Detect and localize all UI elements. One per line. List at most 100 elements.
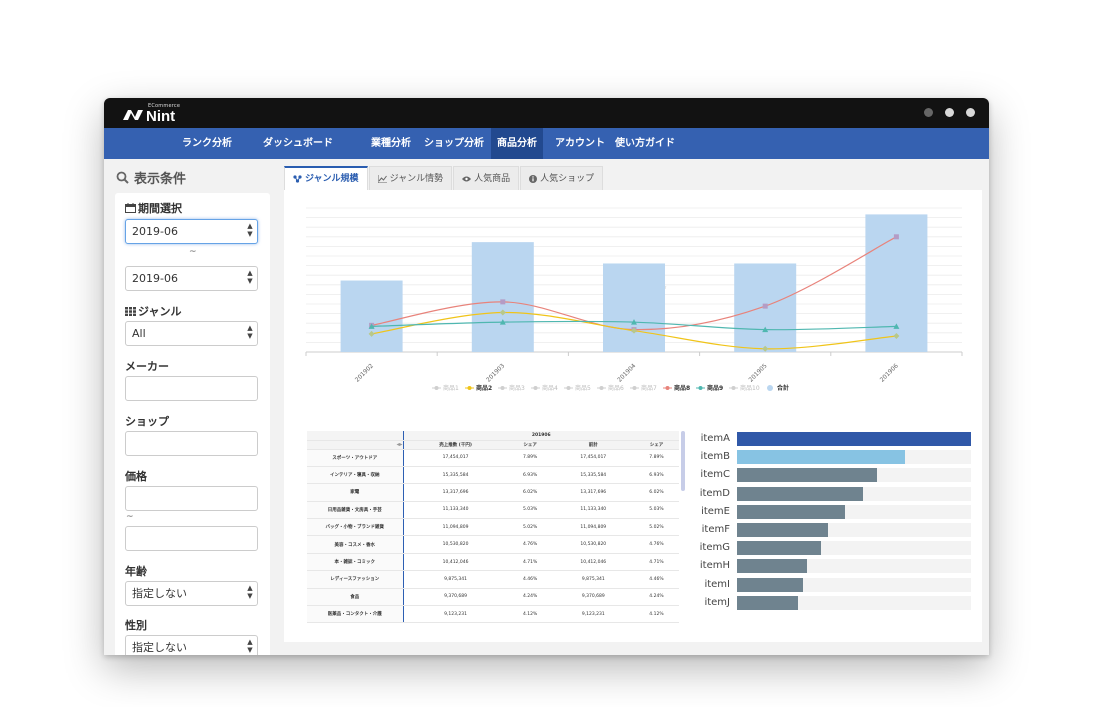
- table-scrollbar[interactable]: [681, 431, 685, 491]
- table-row[interactable]: レディースファッション 9,875,341 4.46% 9,875,341 4.46%: [307, 570, 679, 589]
- nav-item[interactable]: アカウント: [549, 128, 611, 159]
- hbar-label: itemA: [700, 433, 730, 444]
- table-cell-sales: 13,317,696: [403, 483, 508, 502]
- tab-popular-items[interactable]: 人気商品: [453, 166, 520, 190]
- grid-icon: [125, 306, 136, 316]
- col-header[interactable]: 売上推数 (千円): [403, 440, 508, 450]
- table-cell-sales: 10,530,820: [403, 535, 508, 554]
- sort-icon[interactable]: ◂▸: [396, 441, 402, 448]
- table-row[interactable]: 本・雑誌・コミック 10,412,046 4.71% 10,412,046 4.71%: [307, 553, 679, 572]
- x-tick-label: 201904: [616, 362, 637, 383]
- hbar-fill[interactable]: [737, 486, 864, 501]
- table-row[interactable]: バッグ・小物・ブランド雑貨 11,094,809 5.02% 11,094,809 5.…: [307, 518, 679, 537]
- hbar-fill[interactable]: [737, 559, 808, 574]
- col-header[interactable]: シェア: [507, 440, 553, 450]
- table-cell-cat: 日用品雑貨・文房具・手芸: [307, 501, 404, 520]
- table-cell-share: 4.46%: [507, 570, 553, 589]
- tab-genre-trend[interactable]: ジャンル情勢: [368, 166, 453, 190]
- period-from-select[interactable]: 2019-06 ▲ ▼: [125, 219, 258, 244]
- legend-label[interactable]: 合計: [777, 384, 789, 392]
- close-dot-icon[interactable]: [966, 108, 975, 117]
- hbar-fill[interactable]: [737, 523, 829, 537]
- chart-bar: [340, 280, 403, 352]
- legend-swatch: [566, 386, 571, 390]
- legend-label[interactable]: 商品9: [707, 384, 723, 392]
- eye-icon: [462, 176, 472, 181]
- table-cell-share2: 6.02%: [633, 483, 679, 502]
- table-cell-prev: 11,133,340: [552, 501, 634, 520]
- hbar-fill[interactable]: [737, 450, 906, 465]
- nav-item[interactable]: 使い方ガイド: [609, 128, 681, 159]
- table-cell-share2: 4.76%: [633, 535, 679, 554]
- table-cell-sales: 9,123,231: [403, 605, 508, 624]
- maximize-dot-icon[interactable]: [945, 108, 954, 117]
- genre-select[interactable]: All ▲ ▼: [125, 321, 258, 346]
- legend-label[interactable]: 商品2: [476, 384, 492, 392]
- legend-label[interactable]: 商品5: [575, 384, 591, 392]
- legend-swatch: [767, 385, 773, 391]
- price-min-input[interactable]: [125, 486, 258, 511]
- hbar-fill[interactable]: [737, 595, 798, 610]
- table-group-header: 201906: [403, 431, 679, 441]
- col-header[interactable]: 前計: [552, 440, 634, 450]
- logo-name: Nint: [146, 108, 176, 125]
- nav-item[interactable]: ダッシュボード: [257, 128, 339, 159]
- item-bar-chart: itemA itemB itemC itemD itemE itemF itemG itemH…: [694, 431, 974, 631]
- tab-popular-shops[interactable]: 人気ショップ: [520, 166, 604, 190]
- legend-label[interactable]: 商品8: [674, 384, 690, 392]
- legend-swatch: [632, 386, 637, 390]
- nav-item[interactable]: ランク分析: [176, 128, 238, 159]
- legend-label[interactable]: 商品1: [443, 384, 459, 392]
- period-to-select[interactable]: 2019-06 ▲ ▼: [125, 266, 258, 291]
- legend-label[interactable]: 商品4: [542, 384, 558, 392]
- shop-input[interactable]: [125, 431, 258, 456]
- hbar-label: itemE: [701, 505, 730, 517]
- hbar-row: itemB: [694, 449, 974, 465]
- hbar-fill[interactable]: [737, 541, 822, 556]
- hbar-track: [737, 577, 971, 592]
- tab-genre-scale[interactable]: ジャンル規模: [284, 166, 368, 190]
- combo-chart-svg: Nint201902201903201904201905201906商品1商品2…: [305, 207, 963, 392]
- minimize-dot-icon[interactable]: [924, 108, 933, 117]
- hbar-fill[interactable]: [737, 504, 845, 519]
- legend-label[interactable]: 商品7: [641, 384, 657, 392]
- hbar-track: [737, 486, 971, 501]
- chart-bar: [603, 263, 665, 352]
- table-cell-share2: 4.46%: [633, 570, 679, 589]
- genre-table-panel: 201906 ◂▸ 売上推数 (千円) シェア 前計 シェア スポーツ・アウトド…: [307, 431, 685, 627]
- table-row[interactable]: インテリア・寝具・収納 15,335,584 6.93% 15,335,584 6.93…: [307, 466, 679, 485]
- main-content: ジャンル規模 ジャンル情勢 人気商品 人気ショップ Nint2019022019…: [284, 166, 982, 644]
- table-row[interactable]: 日用品雑貨・文房具・手芸 11,133,340 5.03% 11,133,340 5.0…: [307, 501, 679, 520]
- table-row[interactable]: 家電 13,317,696 6.02% 13,317,696 6.02%: [307, 483, 679, 502]
- filter-panel: 期間選択 2019-06 ▲▼ ~ 2019-06 ▲▼ ジャンル All: [115, 193, 270, 655]
- trend-chart: Nint201902201903201904201905201906商品1商品2…: [300, 198, 966, 404]
- col-header[interactable]: シェア: [633, 440, 679, 450]
- legend-label[interactable]: 商品3: [509, 384, 525, 392]
- tab-label: ジャンル情勢: [389, 173, 444, 184]
- nav-item[interactable]: 商品分析: [491, 128, 543, 159]
- table-cell-share: 4.76%: [507, 535, 553, 554]
- table-row[interactable]: スポーツ・アウトドア 17,454,017 7.89% 17,454,017 7.89%: [307, 449, 679, 467]
- table-row[interactable]: 美容・コスメ・香水 10,530,820 4.76% 10,530,820 4.76%: [307, 535, 679, 554]
- legend-label[interactable]: 商品6: [608, 384, 624, 392]
- table-cell-share2: 4.24%: [633, 588, 679, 607]
- maker-input[interactable]: [125, 376, 258, 401]
- legend-swatch: [698, 386, 703, 390]
- shop-label: ショップ: [125, 415, 169, 428]
- period-label-row: 期間選択: [125, 200, 182, 216]
- nav-item[interactable]: ショップ分析: [418, 128, 490, 159]
- hbar-fill[interactable]: [737, 468, 878, 483]
- table-row[interactable]: 食品 9,370,689 4.24% 9,370,689 4.24%: [307, 588, 679, 607]
- table-row[interactable]: 医薬品・コンタクト・介護 9,123,231 4.12% 9,123,231 4.12%: [307, 605, 679, 624]
- price-max-input[interactable]: [125, 526, 258, 551]
- hbar-fill[interactable]: [737, 432, 971, 446]
- legend-label[interactable]: 商品10: [740, 384, 760, 392]
- sitemap-icon: [293, 175, 302, 183]
- gender-select[interactable]: 指定しない ▲ ▼: [125, 635, 258, 655]
- nav-item[interactable]: 業種分析: [365, 128, 417, 159]
- hbar-row: itemG: [694, 540, 974, 556]
- hbar-fill[interactable]: [737, 577, 803, 592]
- age-select[interactable]: 指定しない ▲ ▼: [125, 581, 258, 606]
- main-nav: ランク分析 ダッシュボード 業種分析 ショップ分析 商品分析 アカウント 使い方ガイド: [104, 128, 989, 159]
- x-tick-label: 201906: [879, 362, 900, 383]
